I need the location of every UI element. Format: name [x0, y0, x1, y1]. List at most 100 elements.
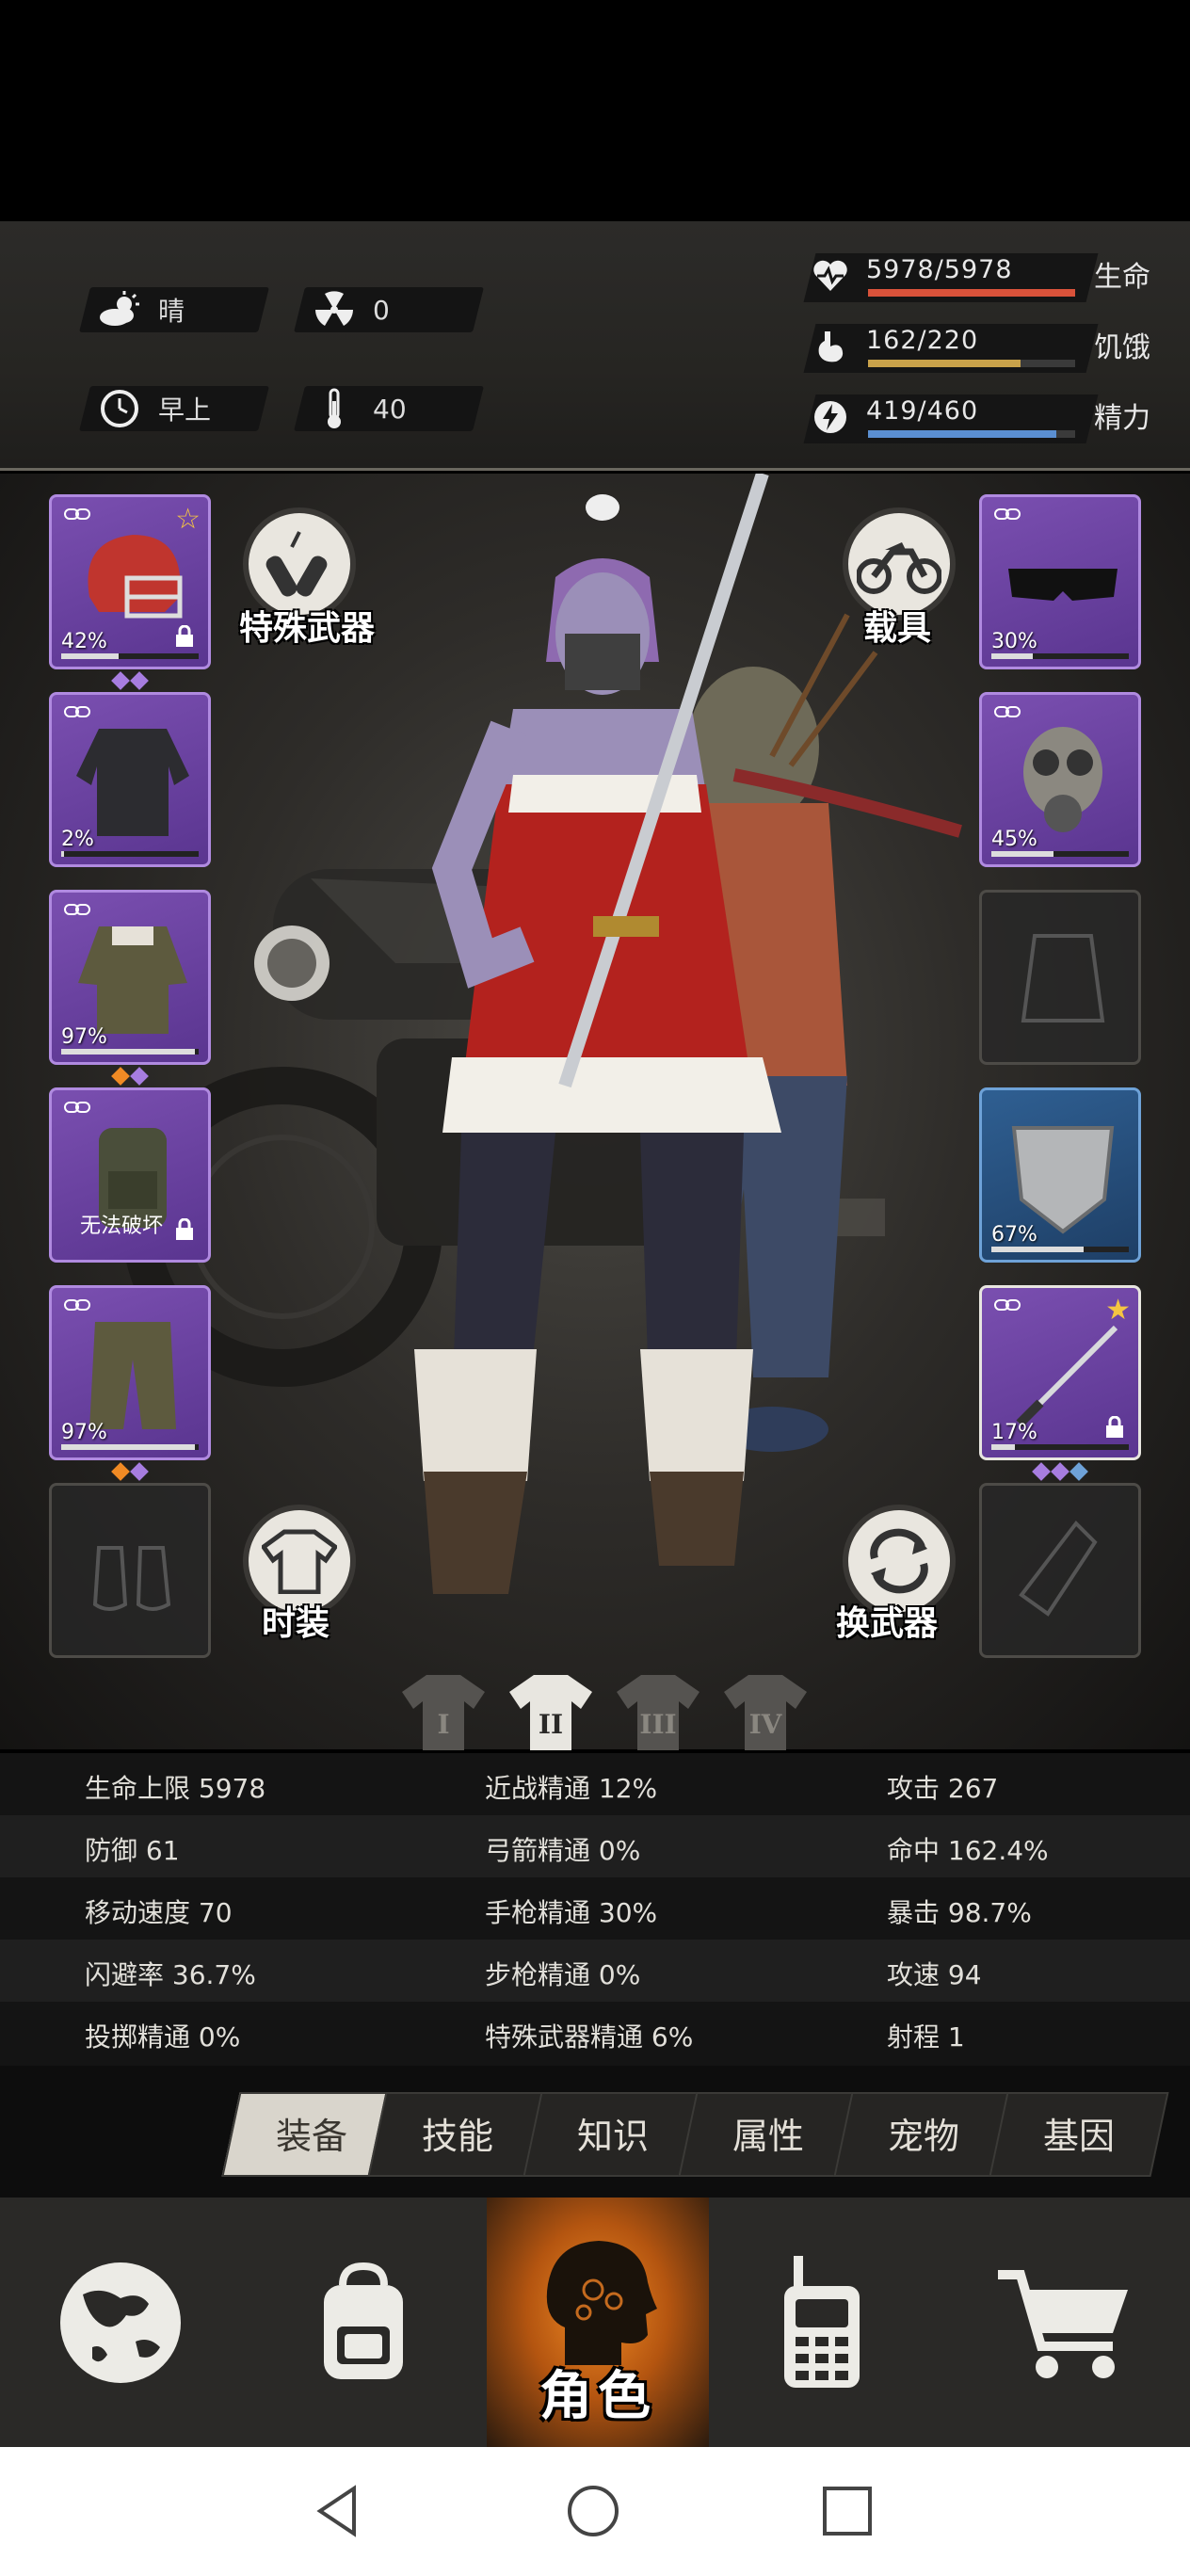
link-icon [994, 706, 1021, 717]
shirt-icon: III [617, 1675, 700, 1750]
cart-icon [997, 2269, 1128, 2378]
gem-icon [111, 671, 130, 690]
back-icon[interactable] [311, 2483, 367, 2539]
outfit-set-selector: I II III IV [400, 1671, 809, 1754]
home-icon[interactable] [565, 2483, 621, 2539]
stat-cell: 移动速度 70 [85, 1897, 233, 1928]
temperature-value: 40 [373, 393, 407, 425]
link-icon [994, 1299, 1021, 1311]
heart-icon [813, 260, 847, 291]
outfit-set-3[interactable]: III [615, 1671, 701, 1754]
system-navigation-bar [0, 2447, 1190, 2576]
link-icon [64, 508, 90, 520]
tshirt-icon [262, 1529, 337, 1594]
vehicle-label[interactable]: 载具 [863, 601, 931, 650]
stat-cell: 命中 162.4% [887, 1835, 1049, 1866]
shirt-icon: I [402, 1675, 485, 1750]
helmet-durability: 42% [61, 630, 107, 653]
svg-text:IV: IV [749, 1709, 783, 1740]
svg-text:II: II [539, 1709, 563, 1740]
recents-icon[interactable] [819, 2483, 876, 2539]
helmet-slot[interactable]: ☆ 42% [49, 494, 211, 690]
backpack-slot[interactable]: 无法破坏 [49, 1087, 211, 1263]
nav-shop[interactable] [935, 2198, 1190, 2447]
tab-label[interactable]: 装备 [231, 2107, 393, 2159]
nav-character-label: 角色 [539, 2366, 656, 2427]
link-icon [64, 904, 90, 915]
shoes-slot[interactable] [49, 1483, 211, 1658]
special-weapon-label[interactable]: 特殊武器 [239, 601, 375, 650]
goggles-durability: 30% [991, 630, 1037, 653]
stat-row: 生命上限 5978 近战精通 12% 攻击 267 [0, 1753, 1190, 1815]
outfit-set-1[interactable]: I [400, 1671, 487, 1754]
tab-label[interactable]: 知识 [532, 2107, 694, 2159]
shield-durability: 67% [991, 1223, 1037, 1247]
shirt-icon: II [509, 1675, 592, 1750]
durability-fill [61, 1444, 195, 1450]
nav-character[interactable]: 角色 [487, 2198, 709, 2447]
nav-radio[interactable] [709, 2198, 935, 2447]
tab-label[interactable]: 属性 [687, 2107, 849, 2159]
stat-cell: 手枪精通 30% [485, 1897, 658, 1928]
stat-cell: 闪避率 36.7% [85, 1959, 256, 1990]
character-scene: ☆ 42% 2% 97% 无法破坏 97% 30% 45% 67% ★ 17% … [0, 474, 1190, 1749]
fashion-label[interactable]: 时装 [262, 1596, 330, 1645]
durability-fill [991, 653, 1033, 659]
weather-status: 晴 [98, 287, 185, 332]
stat-row: 投掷精通 0% 特殊武器精通 6% 射程 1 [0, 2002, 1190, 2064]
durability-fill [991, 1247, 1084, 1252]
gem-icon [130, 1462, 149, 1481]
stats-table: 生命上限 5978 近战精通 12% 攻击 267 防御 61 弓箭精通 0% 命中 16… [0, 1753, 1190, 2066]
tab-label[interactable]: 基因 [998, 2107, 1160, 2159]
coat-slot[interactable]: 97% [49, 890, 211, 1086]
health-vital: 5978/5978 生命 [791, 250, 1167, 306]
coat-durability: 97% [61, 1025, 107, 1049]
stat-cell: 投掷精通 0% [85, 2021, 241, 2053]
stat-cell: 弓箭精通 0% [485, 1835, 641, 1866]
swap-arrows-icon [870, 1528, 928, 1594]
tab-label[interactable]: 技能 [377, 2107, 539, 2159]
lock-icon [176, 1218, 193, 1240]
jacket-icon [76, 729, 189, 836]
gas-mask-slot[interactable]: 45% [979, 692, 1141, 867]
bottle-slot[interactable] [979, 1483, 1141, 1658]
goggles-slot[interactable]: 30% [979, 494, 1141, 669]
gas-mask-durability: 45% [991, 828, 1037, 851]
energy-icon [814, 401, 846, 433]
svg-text:III: III [639, 1709, 676, 1740]
shield-icon [1011, 1126, 1115, 1234]
motorcycle-icon [857, 542, 941, 594]
hunger-vital: 162/220 饥饿 [791, 320, 1167, 377]
tab-label[interactable]: 宠物 [843, 2107, 1005, 2159]
link-icon [64, 1102, 90, 1113]
character-tabs: 装备 技能 知识 属性 宠物 基因 [0, 2066, 1190, 2198]
stat-cell: 攻击 267 [887, 1773, 999, 1804]
shirt-slot[interactable]: 2% [49, 692, 211, 867]
health-label: 生命 [1094, 261, 1150, 294]
gem-icon [1032, 1462, 1051, 1481]
radiation-icon [313, 288, 356, 331]
hunger-label: 饥饿 [1094, 331, 1150, 364]
status-panel: 晴 0 早上 40 5978/5978 生命 162/220 饥饿 419/46… [0, 221, 1190, 658]
sun-cloud-icon [98, 288, 141, 331]
weapon-slot[interactable]: ★ 17% [979, 1285, 1141, 1481]
gem-icon [1069, 1462, 1088, 1481]
gas-mask-icon [1023, 727, 1102, 832]
stat-cell: 暴击 98.7% [887, 1897, 1032, 1928]
stat-cell: 生命上限 5978 [85, 1773, 266, 1804]
nav-inventory[interactable] [240, 2198, 487, 2447]
temperature-status: 40 [313, 386, 407, 431]
shield-slot[interactable]: 67% [979, 1087, 1141, 1263]
lock-icon [176, 625, 193, 647]
outfit-set-2[interactable]: II [507, 1671, 594, 1754]
clock-icon [98, 387, 141, 430]
pants-slot[interactable]: 97% [49, 1285, 211, 1481]
vest-icon [1021, 934, 1105, 1022]
swap-weapon-label[interactable]: 换武器 [836, 1596, 938, 1645]
pants-icon [89, 1322, 176, 1429]
vest-slot[interactable] [979, 890, 1141, 1065]
gem-slots [52, 1462, 208, 1481]
nav-world-map[interactable] [0, 2198, 240, 2447]
outfit-set-4[interactable]: IV [722, 1671, 809, 1754]
top-blank-area [0, 0, 1190, 221]
